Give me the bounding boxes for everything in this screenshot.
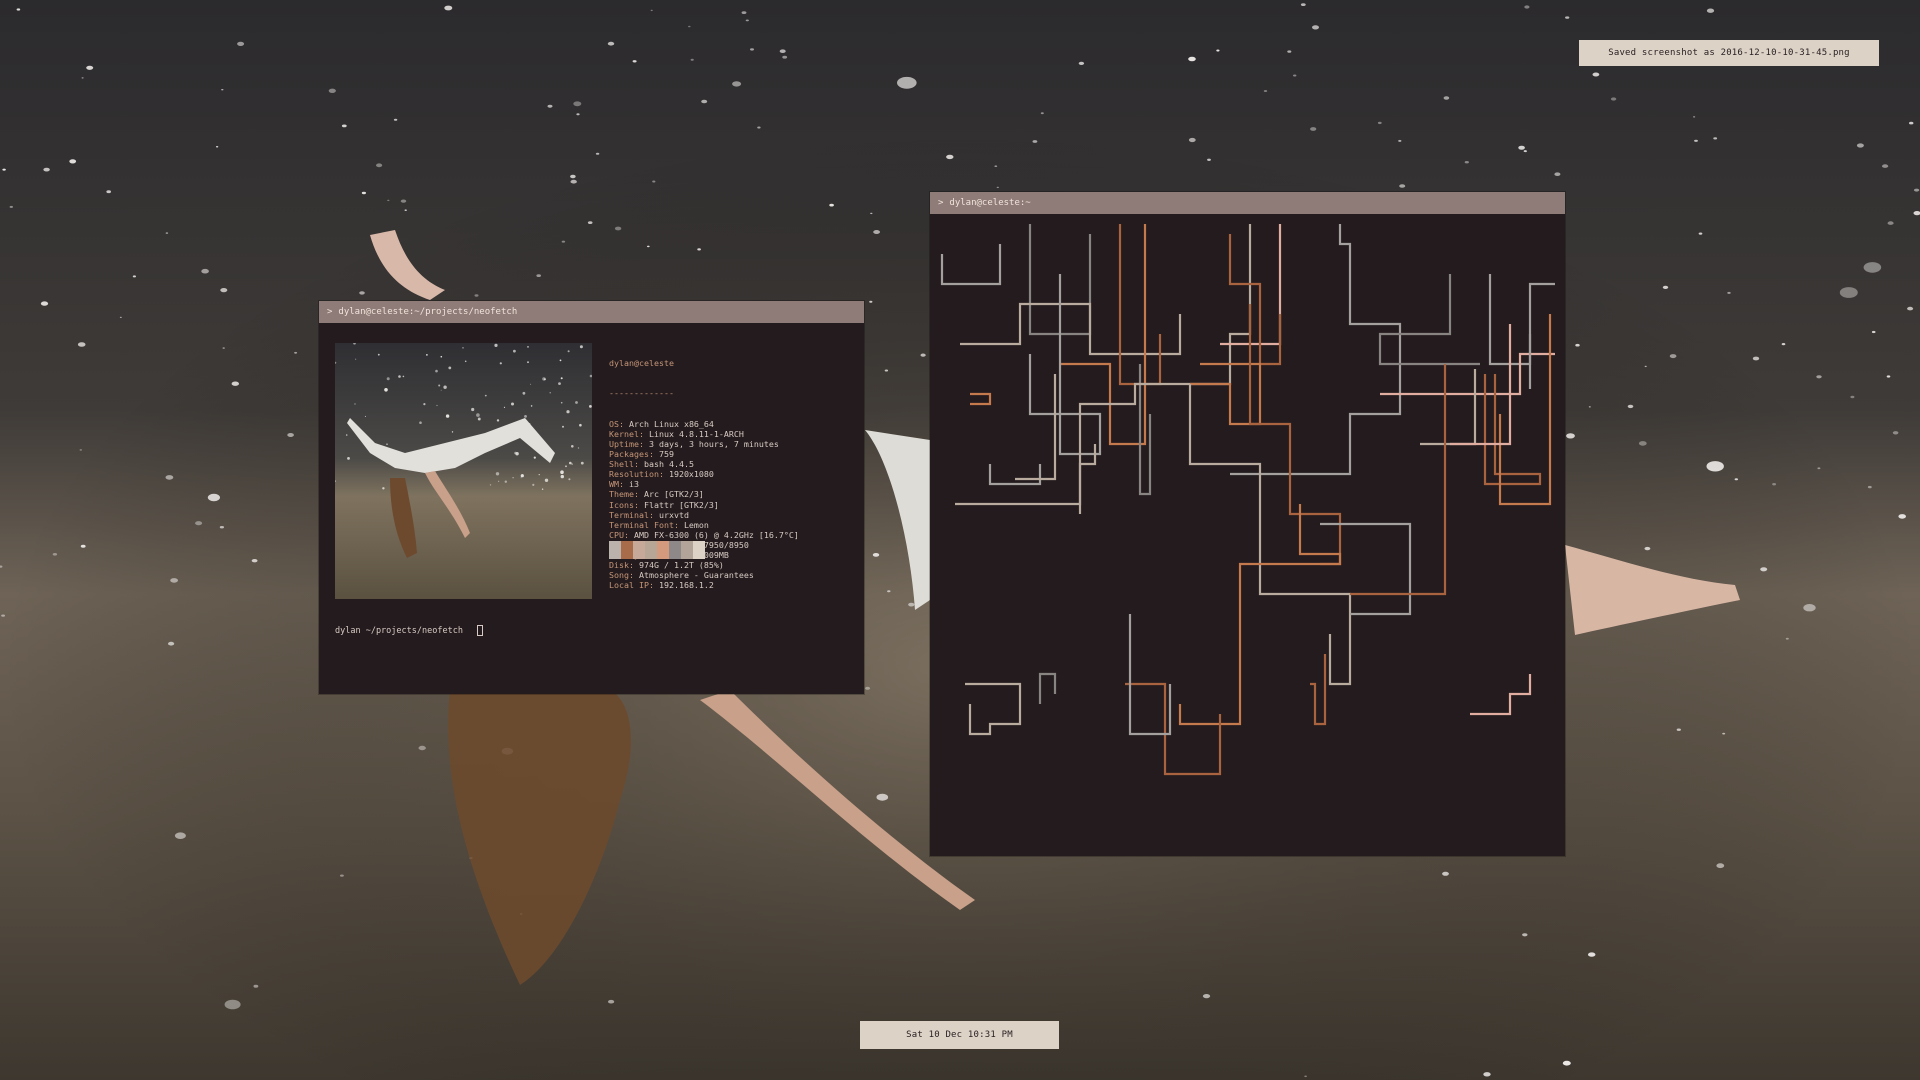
palette-swatch — [645, 541, 657, 559]
info-value: 192.168.1.2 — [658, 580, 714, 591]
info-key: Resolution — [609, 469, 659, 480]
user-host: dylan@celeste — [609, 358, 674, 369]
window-title: dylan@celeste:~/projects/neofetch — [338, 307, 518, 317]
color-palette — [609, 541, 705, 559]
notification-text: Saved screenshot as 2016-12-10-10-31-45.… — [1608, 48, 1850, 58]
info-row: Icons: Flattr [GTK2/3] — [609, 499, 719, 510]
pipes-animation — [940, 224, 1555, 776]
prompt-glyph-icon: > — [327, 307, 333, 317]
info-key: Shell — [609, 459, 634, 470]
pipe-segment — [1118, 224, 1162, 386]
shell-prompt[interactable]: dylan ~/projects/neofetch — [335, 625, 484, 636]
pipe-segment — [988, 464, 1042, 486]
pipe-segment — [970, 392, 992, 406]
screenshot-notification: Saved screenshot as 2016-12-10-10-31-45.… — [1579, 40, 1879, 66]
terminal-window-neofetch[interactable]: > dylan@celeste:~/projects/neofetch dyla… — [319, 301, 864, 694]
info-key: Disk — [609, 560, 629, 571]
pipe-segment — [1380, 352, 1555, 396]
palette-swatch — [633, 541, 645, 559]
palette-swatch — [609, 541, 621, 559]
info-row: Packages: 759 — [609, 449, 674, 460]
info-value: Linux 4.8.11-1-ARCH — [648, 428, 744, 439]
palette-swatch — [669, 541, 681, 559]
terminal-titlebar[interactable]: > dylan@celeste:~/projects/neofetch — [319, 301, 864, 323]
info-row: Disk: 974G / 1.2T (85%) — [609, 560, 724, 571]
info-value: urxvtd — [658, 509, 689, 520]
info-row: CPU: AMD FX-6300 (6) @ 4.2GHz [16.7°C] — [609, 529, 799, 540]
info-value: bash 4.4.5 — [643, 459, 694, 470]
terminal-titlebar[interactable]: > dylan@celeste:~ — [930, 192, 1565, 214]
pipe-segment — [1230, 224, 1402, 476]
info-value: 759 — [658, 449, 674, 460]
info-row: Song: Atmosphere - Guarantees — [609, 570, 754, 581]
info-key: Local IP — [609, 580, 649, 591]
info-row: Terminal Font: Lemon — [609, 519, 709, 530]
pipe-segment — [1378, 274, 1480, 366]
info-value: Arch Linux x86_64 — [629, 418, 714, 429]
info-row: Kernel: Linux 4.8.11-1-ARCH — [609, 428, 744, 439]
pipe-segment — [1350, 364, 1447, 596]
palette-swatch — [681, 541, 693, 559]
info-row: WM: i3 — [609, 479, 639, 490]
prompt-glyph-icon: > — [938, 198, 944, 208]
info-value: 1920x1080 — [668, 469, 714, 480]
pipe-segment — [1320, 522, 1412, 616]
palette-swatch — [657, 541, 669, 559]
palette-swatch — [621, 541, 633, 559]
pipe-segment — [1188, 384, 1352, 686]
info-key: Terminal Font — [609, 519, 674, 530]
info-key: Packages — [609, 449, 649, 460]
clock-text: Sat 10 Dec 10:31 PM — [906, 1030, 1013, 1040]
clock-bar: Sat 10 Dec 10:31 PM — [860, 1021, 1059, 1049]
text-cursor — [477, 625, 484, 636]
window-title: dylan@celeste:~ — [949, 198, 1031, 208]
info-key: Theme — [609, 489, 634, 500]
info-key: Uptime — [609, 438, 639, 449]
info-value: i3 — [629, 479, 639, 490]
info-key: WM — [609, 479, 619, 490]
pipe-segment — [960, 302, 1182, 356]
info-value: AMD FX-6300 (6) @ 4.2GHz [16.7°C] — [634, 529, 799, 540]
pipe-segment — [940, 244, 1002, 286]
info-value: Flattr [GTK2/3] — [643, 499, 719, 510]
info-row: OS: Arch Linux x86_64 — [609, 418, 714, 429]
info-row: Resolution: 1920x1080 — [609, 469, 714, 480]
info-key: Song — [609, 570, 629, 581]
pipe-segment — [1420, 369, 1477, 446]
info-value: Arc [GTK2/3] — [643, 489, 704, 500]
info-row: Uptime: 3 days, 3 hours, 7 minutes — [609, 438, 779, 449]
info-row: Local IP: 192.168.1.2 — [609, 580, 714, 591]
info-row: Shell: bash 4.4.5 — [609, 459, 694, 470]
terminal-window-pipes[interactable]: > dylan@celeste:~ — [930, 192, 1565, 856]
pipe-segment — [1078, 224, 1252, 514]
info-key: Kernel — [609, 428, 639, 439]
info-value: Atmosphere - Guarantees — [638, 570, 754, 581]
pipe-segment — [1310, 654, 1327, 726]
prompt-text: dylan ~/projects/neofetch — [335, 625, 474, 636]
pipe-segment — [1038, 672, 1057, 704]
info-key: OS — [609, 418, 619, 429]
separator: ------------- — [609, 388, 674, 399]
info-value: 974G / 1.2T (85%) — [638, 560, 724, 571]
info-row: Terminal: urxvtd — [609, 509, 689, 520]
pipe-segment — [1483, 374, 1542, 486]
palette-swatch — [693, 541, 705, 559]
info-value: Lemon — [683, 519, 709, 530]
pipe-segment — [965, 682, 1022, 736]
pipe-segment — [1125, 682, 1222, 776]
info-key: CPU — [609, 529, 624, 540]
neofetch-image — [335, 343, 592, 599]
info-key: Terminal — [609, 509, 649, 520]
info-key: Icons — [609, 499, 634, 510]
pipe-segment — [1488, 274, 1555, 366]
pipe-segment — [1470, 674, 1532, 716]
pipe-segment — [1015, 374, 1057, 481]
info-value: 3 days, 3 hours, 7 minutes — [648, 438, 779, 449]
info-row: Theme: Arc [GTK2/3] — [609, 489, 704, 500]
pipe-segment — [1498, 314, 1552, 506]
